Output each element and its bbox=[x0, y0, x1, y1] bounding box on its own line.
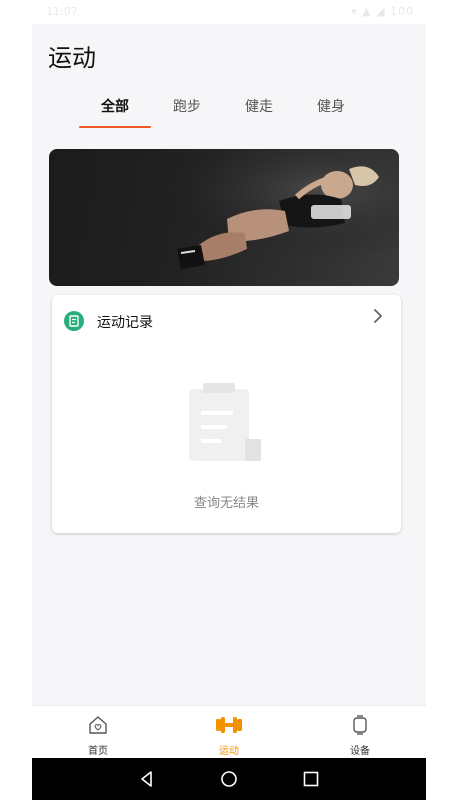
nav-device-label: 设备 bbox=[350, 746, 370, 757]
recents-icon[interactable] bbox=[302, 770, 320, 788]
home-icon bbox=[89, 716, 107, 734]
banner-image[interactable] bbox=[49, 149, 399, 286]
page-title: 运动 bbox=[48, 44, 96, 72]
watch-icon bbox=[353, 715, 367, 735]
empty-state-text: 查询无结果 bbox=[193, 496, 259, 511]
tab-fitness[interactable]: 健身 bbox=[295, 96, 367, 116]
home-circle-icon[interactable] bbox=[220, 770, 238, 788]
dumbbell-icon bbox=[216, 717, 242, 733]
exercise-record-card: 运动记录 查询无结果 bbox=[52, 295, 401, 533]
tab-bar: 全部 跑步 健走 健身 bbox=[32, 92, 426, 132]
status-time: 11:07 bbox=[46, 5, 78, 18]
empty-clipboard-icon bbox=[189, 383, 261, 461]
back-icon[interactable] bbox=[138, 770, 156, 788]
nav-sport-label: 运动 bbox=[219, 746, 239, 757]
record-icon bbox=[64, 311, 84, 331]
status-icons: ▾ ▲ ◢ 100 bbox=[351, 5, 414, 18]
card-title: 运动记录 bbox=[97, 315, 153, 331]
app-screen: 11:07 ▾ ▲ ◢ 100 运动 全部 跑步 健走 健身 运动记录 查询无结… bbox=[32, 0, 426, 800]
tab-walking[interactable]: 健走 bbox=[223, 96, 295, 116]
status-bar: 11:07 ▾ ▲ ◢ 100 bbox=[32, 0, 426, 24]
tab-all[interactable]: 全部 bbox=[79, 96, 151, 116]
bottom-navigation: 首页 运动 设备 bbox=[32, 705, 426, 758]
nav-home-label: 首页 bbox=[88, 746, 108, 757]
system-navigation-bar bbox=[32, 758, 426, 800]
nav-home[interactable]: 首页 bbox=[58, 714, 138, 757]
chevron-right-icon[interactable] bbox=[371, 307, 385, 325]
tab-running[interactable]: 跑步 bbox=[151, 96, 223, 116]
card-header[interactable]: 运动记录 bbox=[52, 295, 401, 345]
nav-device[interactable]: 设备 bbox=[320, 714, 400, 757]
banner-graphic bbox=[49, 149, 399, 286]
tab-indicator bbox=[79, 126, 151, 128]
nav-sport[interactable]: 运动 bbox=[189, 714, 269, 757]
